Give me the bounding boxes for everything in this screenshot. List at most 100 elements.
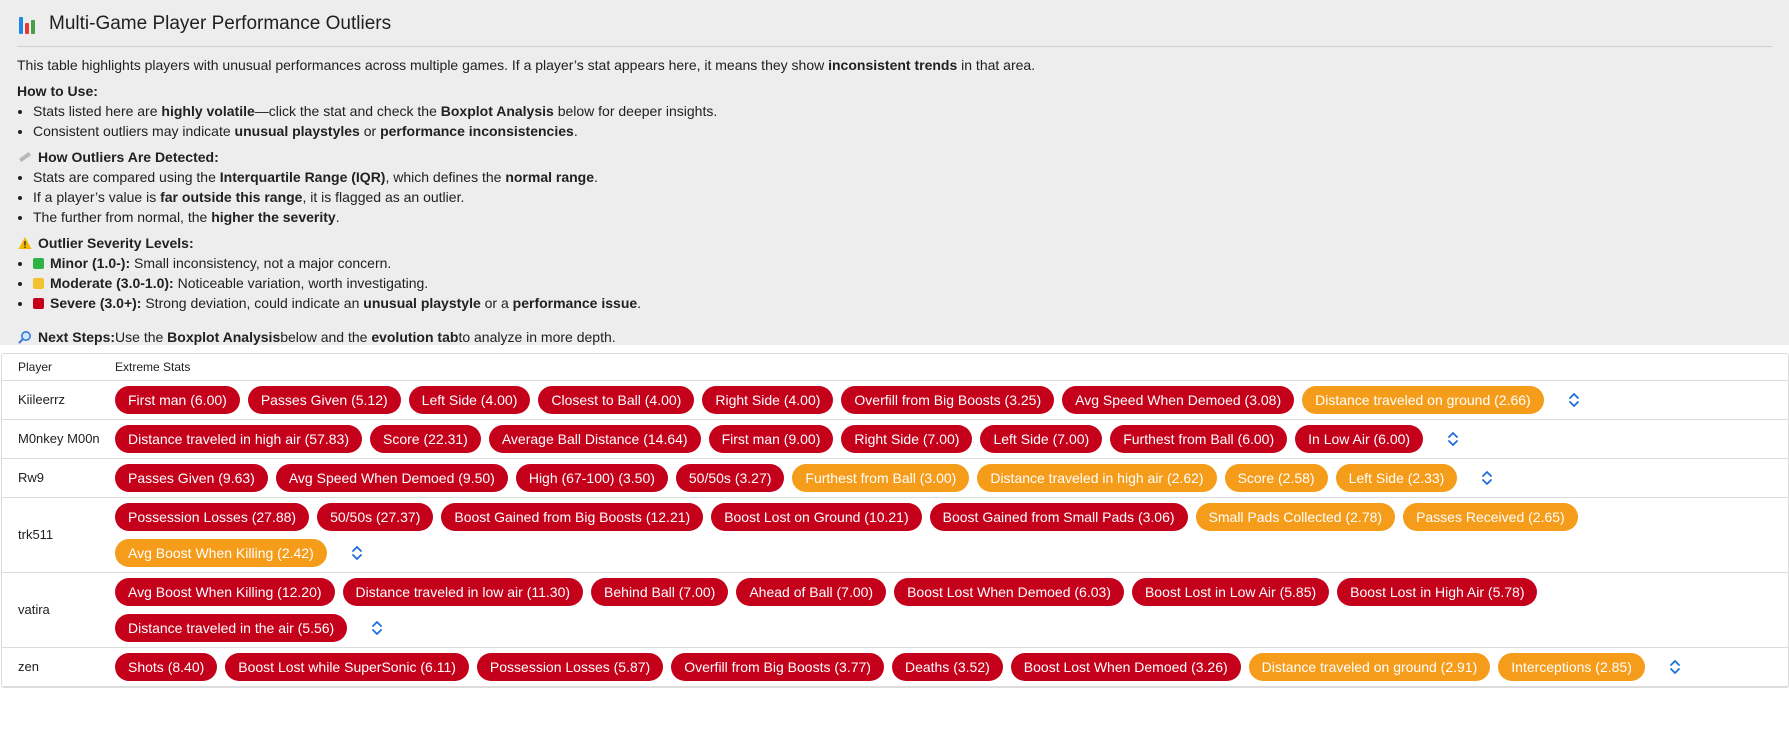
bar-chart-icon	[19, 14, 39, 34]
extreme-stats-cell: First man (6.00) Passes Given (5.12) Left …	[115, 380, 1788, 420]
stat-chip-moderate[interactable]: Small Pads Collected (2.78)	[1195, 503, 1396, 531]
stat-chip-severe[interactable]: Left Side (7.00)	[980, 425, 1103, 453]
list-item: Stats are compared using the Interquarti…	[33, 167, 1772, 187]
stat-chip-list: Avg Boost When Killing (12.20) Distance t…	[115, 578, 1775, 642]
expand-collapse-icon[interactable]	[1564, 386, 1584, 414]
list-item: Stats listed here are highly volatile—cl…	[33, 101, 1772, 121]
player-name: Kiileerrz	[2, 380, 115, 420]
stat-chip-severe[interactable]: Average Ball Distance (14.64)	[488, 425, 701, 453]
stat-chip-list: First man (6.00) Passes Given (5.12) Left …	[115, 386, 1775, 414]
list-item: The further from normal, the higher the …	[33, 207, 1772, 227]
stat-chip-moderate[interactable]: Passes Received (2.65)	[1403, 503, 1578, 531]
expand-collapse-icon[interactable]	[347, 539, 367, 567]
stat-chip-severe[interactable]: Overfill from Big Boosts (3.77)	[671, 653, 884, 681]
stat-chip-severe[interactable]: Deaths (3.52)	[891, 653, 1003, 681]
minor-square-icon	[33, 258, 44, 269]
stat-chip-severe[interactable]: Shots (8.40)	[115, 653, 218, 681]
player-name: Rw9	[2, 458, 115, 498]
stat-chip-moderate[interactable]: Furthest from Ball (3.00)	[792, 464, 970, 492]
stat-chip-list: Possession Losses (27.88) 50/50s (27.37) B…	[115, 503, 1775, 567]
stat-chip-severe[interactable]: Boost Lost When Demoed (6.03)	[894, 578, 1124, 606]
list-item: Consistent outliers may indicate unusual…	[33, 121, 1772, 141]
list-item: Moderate (3.0-1.0): Noticeable variation…	[33, 273, 1772, 293]
stat-chip-severe[interactable]: Avg Speed When Demoed (3.08)	[1062, 386, 1295, 414]
expand-collapse-icon[interactable]	[367, 614, 387, 642]
stat-chip-severe[interactable]: Boost Gained from Big Boosts (12.21)	[441, 503, 704, 531]
stat-chip-severe[interactable]: First man (9.00)	[708, 425, 834, 453]
stat-chip-severe[interactable]: 50/50s (27.37)	[317, 503, 434, 531]
list-item: If a player’s value is far outside this …	[33, 187, 1772, 207]
stat-chip-severe[interactable]: Ahead of Ball (7.00)	[736, 578, 887, 606]
stat-chip-severe[interactable]: Possession Losses (27.88)	[115, 503, 310, 531]
stat-chip-list: Shots (8.40) Boost Lost while SuperSonic …	[115, 653, 1775, 681]
detection-list: Stats are compared using the Interquarti…	[17, 167, 1772, 227]
expand-collapse-icon[interactable]	[1443, 425, 1463, 453]
stat-chip-severe[interactable]: Furthest from Ball (6.00)	[1110, 425, 1288, 453]
severe-square-icon	[33, 298, 44, 309]
stat-chip-severe[interactable]: Boost Lost in Low Air (5.85)	[1131, 578, 1330, 606]
player-name: zen	[2, 647, 115, 687]
table-row: trk511 Possession Losses (27.88) 50/50s (2…	[2, 497, 1788, 573]
next-steps: Next Steps: Use the Boxplot Analysis bel…	[17, 327, 1772, 347]
stat-chip-severe[interactable]: Closest to Ball (4.00)	[538, 386, 695, 414]
stat-chip-severe[interactable]: 50/50s (3.27)	[675, 464, 785, 492]
stat-chip-moderate[interactable]: Distance traveled on ground (2.91)	[1248, 653, 1491, 681]
stat-chip-list: Distance traveled in high air (57.83) Sco…	[115, 425, 1775, 453]
extreme-stats-cell: Passes Given (9.63) Avg Speed When Demoed…	[115, 458, 1788, 498]
stat-chip-severe[interactable]: Boost Lost while SuperSonic (6.11)	[225, 653, 469, 681]
title-row: Multi-Game Player Performance Outliers	[17, 10, 1772, 47]
info-panel: Multi-Game Player Performance Outliers T…	[0, 0, 1789, 345]
table-row: Kiileerrz First man (6.00) Passes Given (5…	[2, 380, 1788, 420]
stat-chip-severe[interactable]: Avg Boost When Killing (12.20)	[115, 578, 335, 606]
extreme-stats-cell: Distance traveled in high air (57.83) Sco…	[115, 419, 1788, 459]
column-header-player: Player	[2, 354, 115, 381]
stat-chip-severe[interactable]: In Low Air (6.00)	[1295, 425, 1424, 453]
stat-chip-severe[interactable]: Boost Gained from Small Pads (3.06)	[929, 503, 1188, 531]
stat-chip-moderate[interactable]: Distance traveled on ground (2.66)	[1302, 386, 1544, 414]
ruler-icon	[17, 150, 32, 165]
stat-chip-severe[interactable]: Passes Given (5.12)	[247, 386, 401, 414]
stat-chip-severe[interactable]: Passes Given (9.63)	[115, 464, 268, 492]
how-to-use-list: Stats listed here are highly volatile—cl…	[17, 101, 1772, 141]
extreme-stats-cell: Possession Losses (27.88) 50/50s (27.37) B…	[115, 497, 1788, 573]
table-body: Kiileerrz First man (6.00) Passes Given (5…	[2, 380, 1788, 687]
outliers-table-container: Player Extreme Stats Kiileerrz First man …	[1, 353, 1789, 688]
stat-chip-severe[interactable]: Avg Speed When Demoed (9.50)	[275, 464, 508, 492]
expand-collapse-icon[interactable]	[1665, 653, 1685, 681]
stat-chip-severe[interactable]: Right Side (4.00)	[702, 386, 834, 414]
expand-collapse-icon[interactable]	[1477, 464, 1497, 492]
stat-chip-moderate[interactable]: Left Side (2.33)	[1335, 464, 1458, 492]
how-to-use-heading: How to Use:	[17, 83, 98, 99]
stat-chip-moderate[interactable]: Distance traveled in high air (2.62)	[977, 464, 1217, 492]
stat-chip-severe[interactable]: Boost Lost in High Air (5.78)	[1337, 578, 1538, 606]
player-name: vatira	[2, 572, 115, 648]
table-row: M0nkey M00n Distance traveled in high air…	[2, 419, 1788, 459]
intro-text: This table highlights players with unusu…	[17, 57, 1036, 73]
stat-chip-severe[interactable]: Distance traveled in low air (11.30)	[342, 578, 584, 606]
list-item: Minor (1.0-): Small inconsistency, not a…	[33, 253, 1772, 273]
stat-chip-severe[interactable]: High (67-100) (3.50)	[515, 464, 668, 492]
page-title: Multi-Game Player Performance Outliers	[49, 13, 392, 34]
magnifier-icon	[17, 330, 32, 345]
stat-chip-severe[interactable]: Score (22.31)	[370, 425, 481, 453]
stat-chip-moderate[interactable]: Avg Boost When Killing (2.42)	[115, 539, 327, 567]
stat-chip-list: Passes Given (9.63) Avg Speed When Demoed…	[115, 464, 1775, 492]
stat-chip-severe[interactable]: Overfill from Big Boosts (3.25)	[841, 386, 1055, 414]
moderate-square-icon	[33, 278, 44, 289]
table-row: zen Shots (8.40) Boost Lost while SuperSon…	[2, 647, 1788, 687]
stat-chip-severe[interactable]: Left Side (4.00)	[408, 386, 531, 414]
stat-chip-severe[interactable]: Boost Lost When Demoed (3.26)	[1010, 653, 1241, 681]
stat-chip-severe[interactable]: Boost Lost on Ground (10.21)	[711, 503, 922, 531]
stat-chip-severe[interactable]: Distance traveled in the air (5.56)	[115, 614, 348, 642]
stat-chip-severe[interactable]: First man (6.00)	[115, 386, 240, 414]
stat-chip-severe[interactable]: Right Side (7.00)	[841, 425, 973, 453]
extreme-stats-cell: Shots (8.40) Boost Lost while SuperSonic …	[115, 647, 1788, 687]
stat-chip-severe[interactable]: Behind Ball (7.00)	[591, 578, 729, 606]
list-item: Severe (3.0+): Strong deviation, could i…	[33, 293, 1772, 313]
stat-chip-severe[interactable]: Distance traveled in high air (57.83)	[115, 425, 363, 453]
stat-chip-moderate[interactable]: Interceptions (2.85)	[1498, 653, 1645, 681]
stat-chip-severe[interactable]: Possession Losses (5.87)	[476, 653, 664, 681]
stat-chip-moderate[interactable]: Score (2.58)	[1224, 464, 1328, 492]
table-row: vatira Avg Boost When Killing (12.20) Dist…	[2, 572, 1788, 648]
player-name: trk511	[2, 497, 115, 573]
